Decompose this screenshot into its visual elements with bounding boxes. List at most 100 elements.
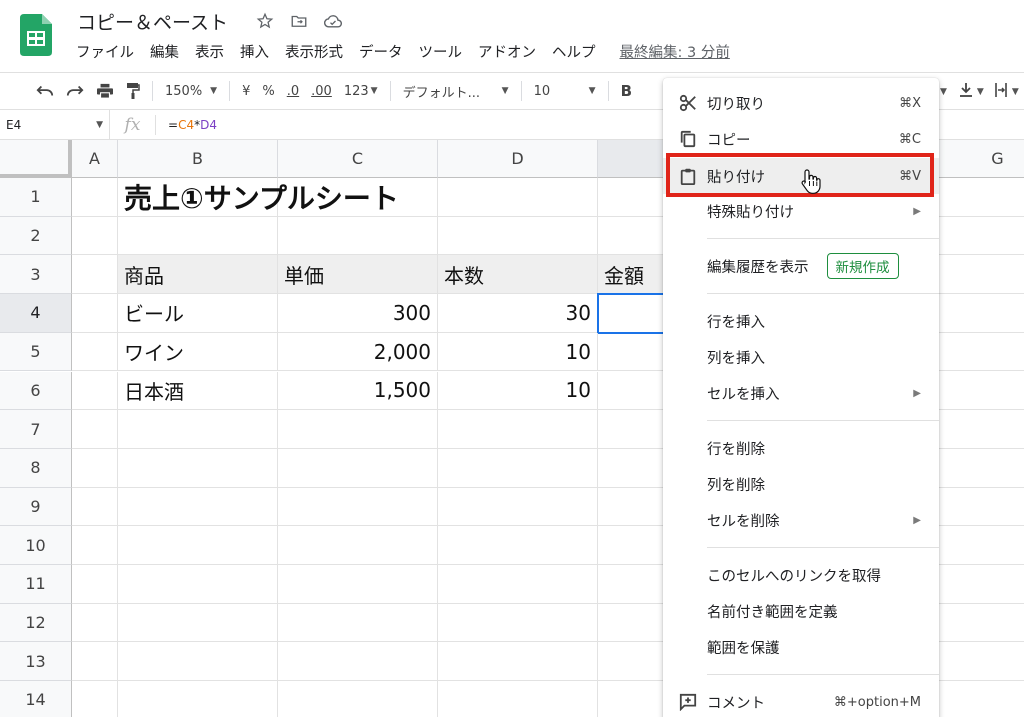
menu-format[interactable]: 表示形式 — [277, 42, 351, 64]
row-header-7[interactable]: 7 — [0, 410, 72, 449]
empty-cell[interactable] — [72, 526, 118, 565]
caret-down-icon[interactable]: ▼ — [940, 87, 947, 97]
sheets-logo-icon[interactable] — [20, 14, 52, 56]
percent-button[interactable]: % — [256, 77, 280, 105]
empty-cell[interactable] — [278, 410, 438, 449]
row-header-10[interactable]: 10 — [0, 526, 72, 565]
cell-c4[interactable]: 300 — [278, 294, 438, 333]
row-header-3[interactable]: 3 — [0, 255, 72, 295]
cell-d6[interactable]: 10 — [438, 371, 598, 411]
menu-item-delete-column[interactable]: 列を削除 — [663, 467, 939, 501]
menu-view[interactable]: 表示 — [187, 42, 232, 64]
empty-cell[interactable] — [278, 681, 438, 717]
empty-cell[interactable] — [278, 603, 438, 643]
currency-button[interactable]: ¥ — [236, 77, 256, 105]
paint-format-button[interactable] — [120, 77, 146, 105]
cell-d5[interactable]: 10 — [438, 332, 598, 372]
empty-cell[interactable] — [72, 178, 118, 217]
formula-input[interactable]: =C4*D4 — [156, 118, 217, 132]
star-icon[interactable] — [254, 10, 276, 32]
menu-item-paste-special[interactable]: 特殊貼り付け ▶ — [663, 194, 939, 228]
zoom-select[interactable]: 150% ▼ — [159, 77, 223, 105]
empty-cell[interactable] — [278, 487, 438, 527]
row-header-9[interactable]: 9 — [0, 487, 72, 527]
menu-help[interactable]: ヘルプ — [544, 42, 604, 64]
document-title[interactable]: コピー＆ペースト — [77, 8, 228, 35]
row-header-2[interactable]: 2 — [0, 216, 72, 256]
header-cell-product[interactable]: 商品 — [118, 255, 278, 295]
name-box[interactable]: E4 ▼ — [0, 109, 110, 140]
empty-cell[interactable] — [72, 487, 118, 527]
menu-edit[interactable]: 編集 — [142, 42, 187, 64]
row-header-11[interactable]: 11 — [0, 565, 72, 604]
empty-cell[interactable] — [72, 642, 118, 682]
empty-cell[interactable] — [72, 294, 118, 333]
empty-cell[interactable] — [72, 332, 118, 372]
empty-cell[interactable] — [278, 216, 438, 256]
text-wrap-icon[interactable] — [994, 82, 1008, 102]
empty-cell[interactable] — [72, 448, 118, 488]
empty-cell[interactable] — [438, 603, 598, 643]
cell-b6[interactable]: 日本酒 — [118, 371, 278, 411]
empty-cell[interactable] — [278, 526, 438, 565]
bold-button[interactable]: B — [615, 77, 638, 105]
empty-cell[interactable] — [118, 410, 278, 449]
menu-item-cut[interactable]: 切り取り ⌘X — [663, 86, 939, 120]
cell-c5[interactable]: 2,000 — [278, 332, 438, 372]
header-cell-quantity[interactable]: 本数 — [438, 255, 598, 295]
move-folder-icon[interactable] — [288, 10, 310, 32]
menu-item-delete-row[interactable]: 行を削除 — [663, 431, 939, 465]
empty-cell[interactable] — [72, 371, 118, 411]
column-header-a[interactable]: A — [72, 140, 118, 178]
empty-cell[interactable] — [438, 681, 598, 717]
menu-tools[interactable]: ツール — [411, 42, 471, 64]
sheet-title-cell[interactable]: 売上①サンプルシート — [118, 178, 598, 217]
empty-cell[interactable] — [72, 216, 118, 256]
empty-cell[interactable] — [438, 410, 598, 449]
empty-cell[interactable] — [438, 565, 598, 604]
menu-item-copy[interactable]: コピー ⌘C — [663, 122, 939, 156]
caret-down-icon[interactable]: ▼ — [1012, 87, 1019, 97]
menu-item-insert-cells[interactable]: セルを挿入 ▶ — [663, 376, 939, 410]
cell-c6[interactable]: 1,500 — [278, 371, 438, 411]
empty-cell[interactable] — [438, 642, 598, 682]
print-button[interactable] — [90, 77, 120, 105]
menu-item-define-named-range[interactable]: 名前付き範囲を定義 — [663, 594, 939, 628]
row-header-8[interactable]: 8 — [0, 448, 72, 488]
menu-item-comment[interactable]: コメント ⌘+option+M — [663, 685, 939, 717]
empty-cell[interactable] — [118, 487, 278, 527]
menu-item-get-link[interactable]: このセルへのリンクを取得 — [663, 558, 939, 592]
empty-cell[interactable] — [118, 565, 278, 604]
empty-cell[interactable] — [118, 448, 278, 488]
redo-button[interactable] — [60, 77, 90, 105]
select-all-corner[interactable] — [0, 140, 72, 178]
caret-down-icon[interactable]: ▼ — [977, 87, 984, 97]
empty-cell[interactable] — [438, 448, 598, 488]
menu-insert[interactable]: 挿入 — [232, 42, 277, 64]
menu-data[interactable]: データ — [351, 42, 411, 64]
cloud-saved-icon[interactable] — [322, 10, 344, 32]
row-header-5[interactable]: 5 — [0, 332, 72, 372]
empty-cell[interactable] — [118, 216, 278, 256]
empty-cell[interactable] — [438, 526, 598, 565]
row-header-4[interactable]: 4 — [0, 294, 72, 333]
empty-cell[interactable] — [72, 410, 118, 449]
menu-item-edit-history[interactable]: 編集履歴を表示 新規作成 — [663, 249, 939, 283]
empty-cell[interactable] — [118, 642, 278, 682]
empty-cell[interactable] — [72, 603, 118, 643]
menu-item-delete-cells[interactable]: セルを削除 ▶ — [663, 503, 939, 537]
row-header-12[interactable]: 12 — [0, 603, 72, 643]
empty-cell[interactable] — [118, 681, 278, 717]
decrease-decimal-button[interactable]: .0 — [281, 77, 305, 105]
cell-d4[interactable]: 30 — [438, 294, 598, 333]
undo-button[interactable] — [30, 77, 60, 105]
menu-item-insert-row[interactable]: 行を挿入 — [663, 304, 939, 338]
menu-file[interactable]: ファイル — [68, 42, 142, 64]
cell-b5[interactable]: ワイン — [118, 332, 278, 372]
menu-item-insert-column[interactable]: 列を挿入 — [663, 340, 939, 374]
empty-cell[interactable] — [438, 487, 598, 527]
empty-cell[interactable] — [278, 565, 438, 604]
header-cell-unit-price[interactable]: 単価 — [278, 255, 438, 295]
menu-item-protect-range[interactable]: 範囲を保護 — [663, 630, 939, 664]
empty-cell[interactable] — [438, 216, 598, 256]
